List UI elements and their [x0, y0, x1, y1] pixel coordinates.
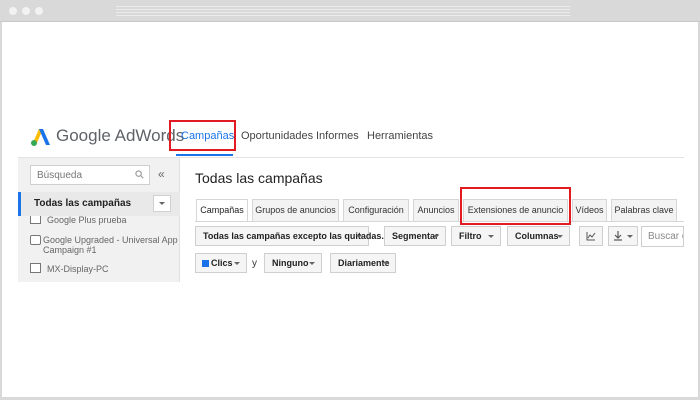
highlight-box-campanas [169, 120, 236, 151]
collapse-sidebar-icon[interactable]: « [158, 167, 165, 181]
chevron-down-icon [557, 235, 563, 238]
sidebar-item-label: Todas las campañas [34, 198, 132, 209]
chevron-down-icon [356, 235, 362, 238]
adwords-logo-icon [31, 129, 50, 146]
sidebar-campaign-item[interactable]: Google Plus prueba [47, 215, 127, 225]
chevron-down-icon [627, 235, 633, 238]
period-dropdown[interactable]: Diariamente [330, 253, 396, 273]
address-bar-line [116, 15, 570, 16]
tabs-divider [195, 221, 684, 222]
tab-configuracion[interactable]: Configuración [343, 199, 409, 222]
app-campaign-icon [30, 235, 41, 245]
campaign-search-input[interactable]: Buscar c [641, 226, 684, 247]
chevron-down-icon [433, 235, 439, 238]
dropdown-label: Columnas [515, 231, 559, 241]
address-bar-line [116, 6, 570, 7]
brand-name[interactable]: Google AdWords [56, 126, 184, 146]
display-campaign-icon [30, 263, 41, 273]
tab-grupos-de-anuncios[interactable]: Grupos de anuncios [252, 199, 339, 222]
address-bar-line [116, 12, 570, 13]
campaign-icon [30, 216, 41, 224]
minimize-dot[interactable] [22, 7, 30, 15]
window-frame-left [0, 22, 2, 400]
chevron-down-icon [159, 202, 165, 205]
search-icon[interactable] [135, 170, 144, 179]
download-icon [614, 231, 622, 241]
all-campaigns-dropdown-button[interactable] [153, 195, 171, 212]
maximize-dot[interactable] [35, 7, 43, 15]
metric1-dropdown[interactable]: Clics [195, 253, 247, 273]
tab-campanas[interactable]: Campañas [196, 199, 248, 222]
tab-anuncios[interactable]: Anuncios [413, 199, 459, 222]
metric-conjunction: y [252, 258, 257, 269]
metric2-dropdown[interactable]: Ninguno [264, 253, 322, 273]
chevron-down-icon [309, 262, 315, 265]
browser-title-bar [0, 0, 700, 22]
nav-herramientas[interactable]: Herramientas [367, 130, 433, 142]
line-chart-icon [586, 232, 596, 241]
tab-palabras-clave[interactable]: Palabras clave [611, 199, 677, 222]
dropdown-label: Segmentar [392, 231, 439, 241]
close-dot[interactable] [9, 7, 17, 15]
nav-informes[interactable]: Informes [316, 130, 359, 142]
download-button[interactable] [608, 226, 638, 246]
highlight-box-extensiones [460, 187, 571, 225]
dropdown-label: Filtro [459, 231, 482, 241]
address-bar-line [116, 9, 570, 10]
campaign-status-filter-dropdown[interactable]: Todas las campañas excepto las quitadas. [195, 226, 384, 246]
series-color-swatch [202, 260, 209, 267]
dropdown-label: Clics [211, 258, 233, 268]
segment-dropdown[interactable]: Segmentar [384, 226, 446, 246]
columns-dropdown[interactable]: Columnas [507, 226, 570, 246]
chevron-down-icon [488, 235, 494, 238]
chevron-down-icon [234, 262, 240, 265]
sidebar-search-placeholder: Búsqueda [37, 170, 83, 181]
dropdown-label: Ninguno [272, 258, 309, 268]
tab-videos[interactable]: Vídeos [572, 199, 607, 222]
sidebar-campaign-item[interactable]: Google Upgraded - Universal App Campaign… [43, 235, 178, 255]
page-title: Todas las campañas [195, 170, 323, 186]
sidebar-campaign-item[interactable]: MX-Display-PC [47, 264, 109, 274]
chart-toggle-button[interactable] [579, 226, 603, 246]
nav-oportunidades[interactable]: Oportunidades [241, 130, 313, 142]
filter-dropdown[interactable]: Filtro [451, 226, 501, 246]
sidebar-search-input[interactable]: Búsqueda [30, 165, 150, 185]
campaign-name-line: Google Upgraded - Universal App [43, 235, 178, 245]
campaign-name-line: Campaign #1 [43, 245, 97, 255]
active-nav-underline [176, 154, 233, 156]
chevron-down-icon [383, 262, 389, 265]
dropdown-label: Diariamente [338, 258, 390, 268]
